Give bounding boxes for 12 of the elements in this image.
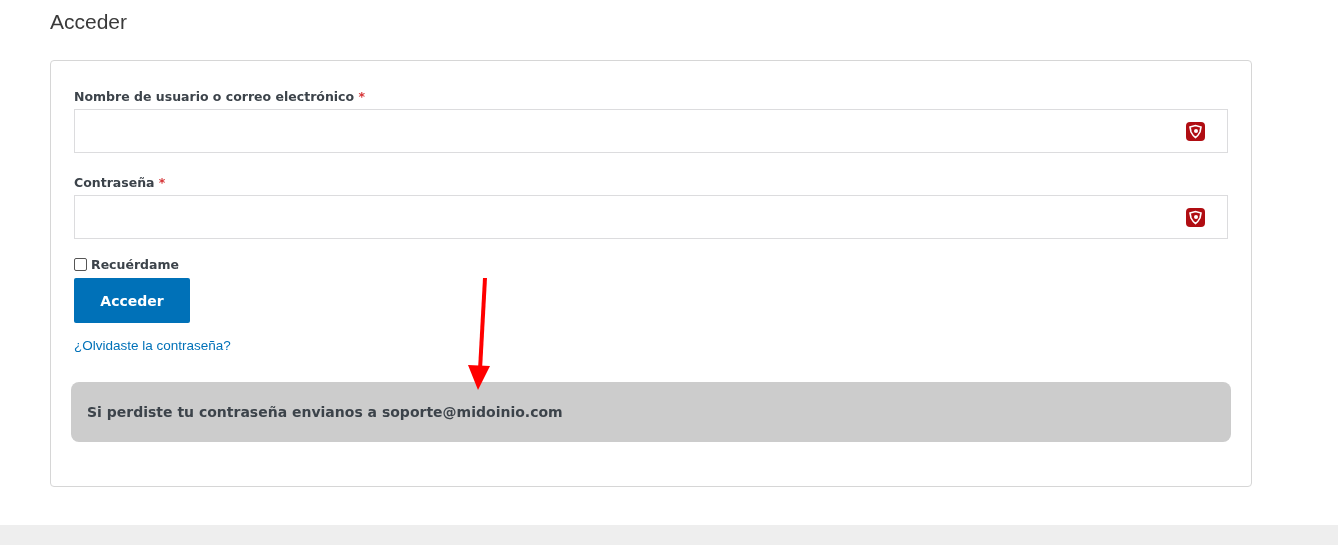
login-button[interactable]: Acceder [74, 278, 190, 323]
remember-label: Recuérdame [91, 257, 179, 272]
field-label: Nombre de usuario o correo electrónico * [74, 89, 366, 104]
remember-checkbox[interactable] [74, 258, 87, 271]
input-field[interactable] [74, 109, 1228, 153]
page-title: Acceder [50, 9, 129, 35]
lost-password-link[interactable]: ¿Olvidaste la contraseña? [74, 338, 231, 353]
field-label: Contraseña * [74, 175, 167, 190]
shield-icon [1186, 121, 1205, 141]
shield-icon [1186, 207, 1205, 227]
input-field[interactable] [74, 195, 1228, 239]
notice-message: Si perdiste tu contraseña envianos a soporte@midoinio.com [71, 382, 1231, 442]
